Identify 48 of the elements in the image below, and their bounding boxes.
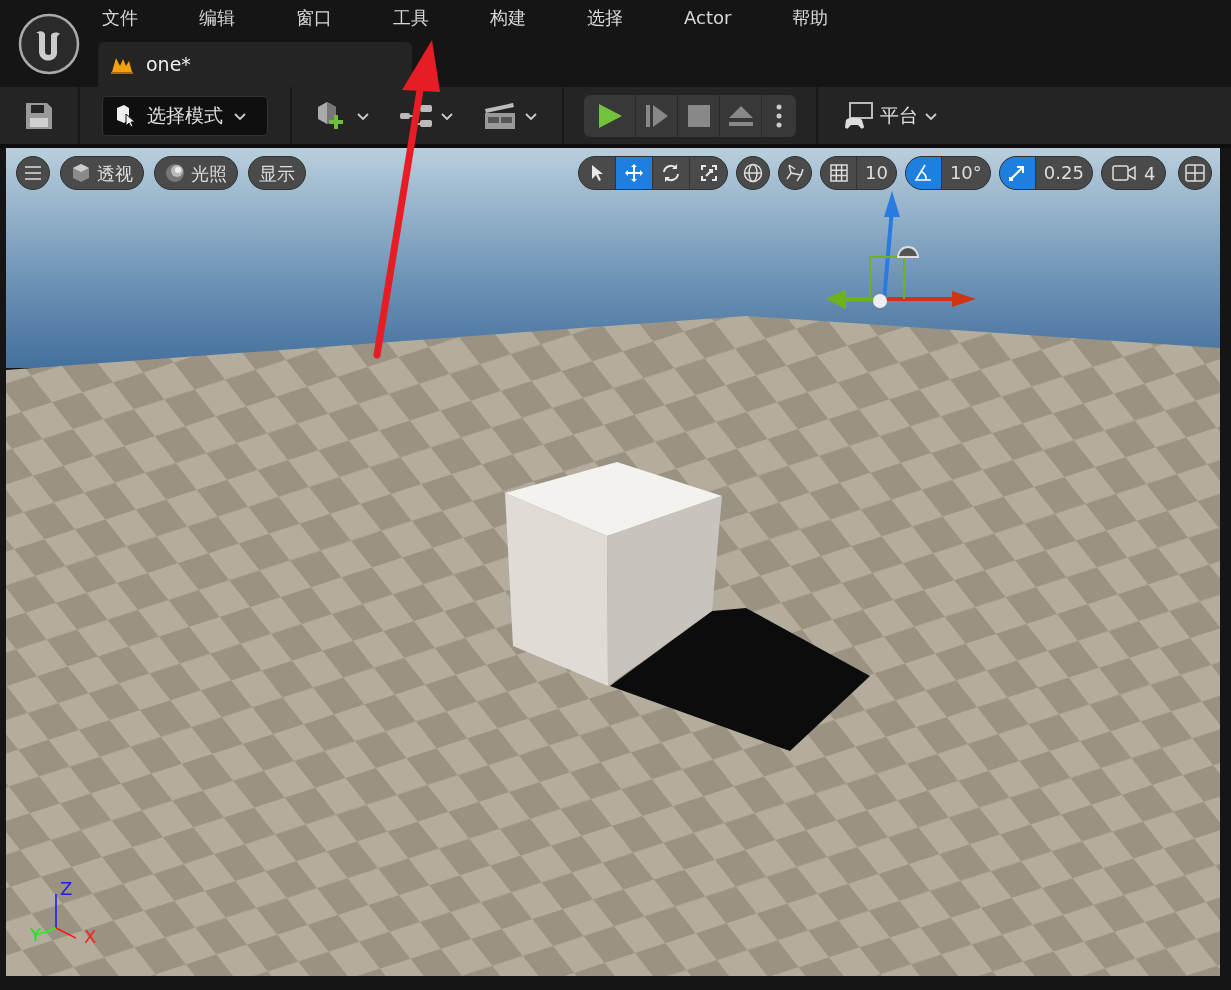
cinematics-button[interactable] bbox=[484, 101, 538, 130]
tab-title: one* bbox=[146, 52, 191, 78]
mode-dropdown[interactable]: 选择模式 bbox=[102, 95, 268, 136]
logo-icon[interactable] bbox=[18, 12, 80, 75]
platform-dropdown[interactable]: 平台 bbox=[844, 101, 938, 130]
x-axis-label: X bbox=[84, 928, 97, 946]
menu-item[interactable]: 编辑 bbox=[197, 4, 237, 31]
blueprint-button[interactable] bbox=[400, 103, 454, 128]
menu-item[interactable]: 帮助 bbox=[790, 4, 831, 31]
snap-toggle[interactable]: 0.25 bbox=[998, 156, 1093, 190]
menu-item[interactable]: 窗口 bbox=[294, 4, 334, 31]
view-option-button[interactable]: 透视 bbox=[60, 156, 144, 190]
play-icon bbox=[596, 102, 623, 129]
sphere-icon bbox=[165, 163, 185, 183]
z-axis-label: Z bbox=[60, 880, 73, 898]
video-camera-icon bbox=[1111, 165, 1136, 181]
more-icon bbox=[776, 103, 782, 128]
cursor-icon bbox=[589, 164, 605, 182]
menu-item[interactable]: 构建 bbox=[488, 4, 528, 31]
menu-item[interactable]: 文件 bbox=[100, 4, 140, 31]
clapperboard-icon bbox=[484, 101, 516, 130]
cube-icon bbox=[71, 163, 91, 183]
rotate-icon bbox=[661, 163, 681, 183]
add-actor-button[interactable] bbox=[316, 100, 370, 131]
transform-tool-button[interactable] bbox=[616, 157, 653, 189]
move-arrows-icon bbox=[624, 163, 644, 183]
scale-icon bbox=[699, 164, 718, 182]
menu-icon bbox=[25, 166, 41, 180]
grid-icon bbox=[829, 164, 848, 182]
globe-icon bbox=[743, 163, 763, 183]
menu-item[interactable]: 选择 bbox=[585, 4, 625, 31]
menu-item[interactable]: 工具 bbox=[391, 4, 431, 31]
save-icon bbox=[25, 101, 53, 130]
gamepad-monitor-icon bbox=[844, 101, 874, 130]
nodes-icon bbox=[400, 103, 432, 128]
eject-icon bbox=[727, 104, 754, 127]
stop-icon bbox=[687, 104, 710, 127]
view-option-button[interactable]: 光照 bbox=[154, 156, 238, 190]
diagonal-arrow-icon bbox=[1008, 164, 1027, 182]
snap-toggle[interactable]: 10 bbox=[820, 156, 897, 190]
advance-icon bbox=[644, 103, 669, 128]
scatter-arrows-icon bbox=[785, 163, 805, 183]
snap-toggle[interactable]: 10° bbox=[904, 156, 991, 190]
document-tab[interactable]: one* bbox=[98, 42, 412, 87]
angle-icon bbox=[914, 164, 933, 182]
menu-item[interactable]: Actor bbox=[682, 4, 734, 31]
cube-cursor-icon bbox=[115, 103, 137, 128]
layout-grid-icon bbox=[1185, 164, 1206, 182]
